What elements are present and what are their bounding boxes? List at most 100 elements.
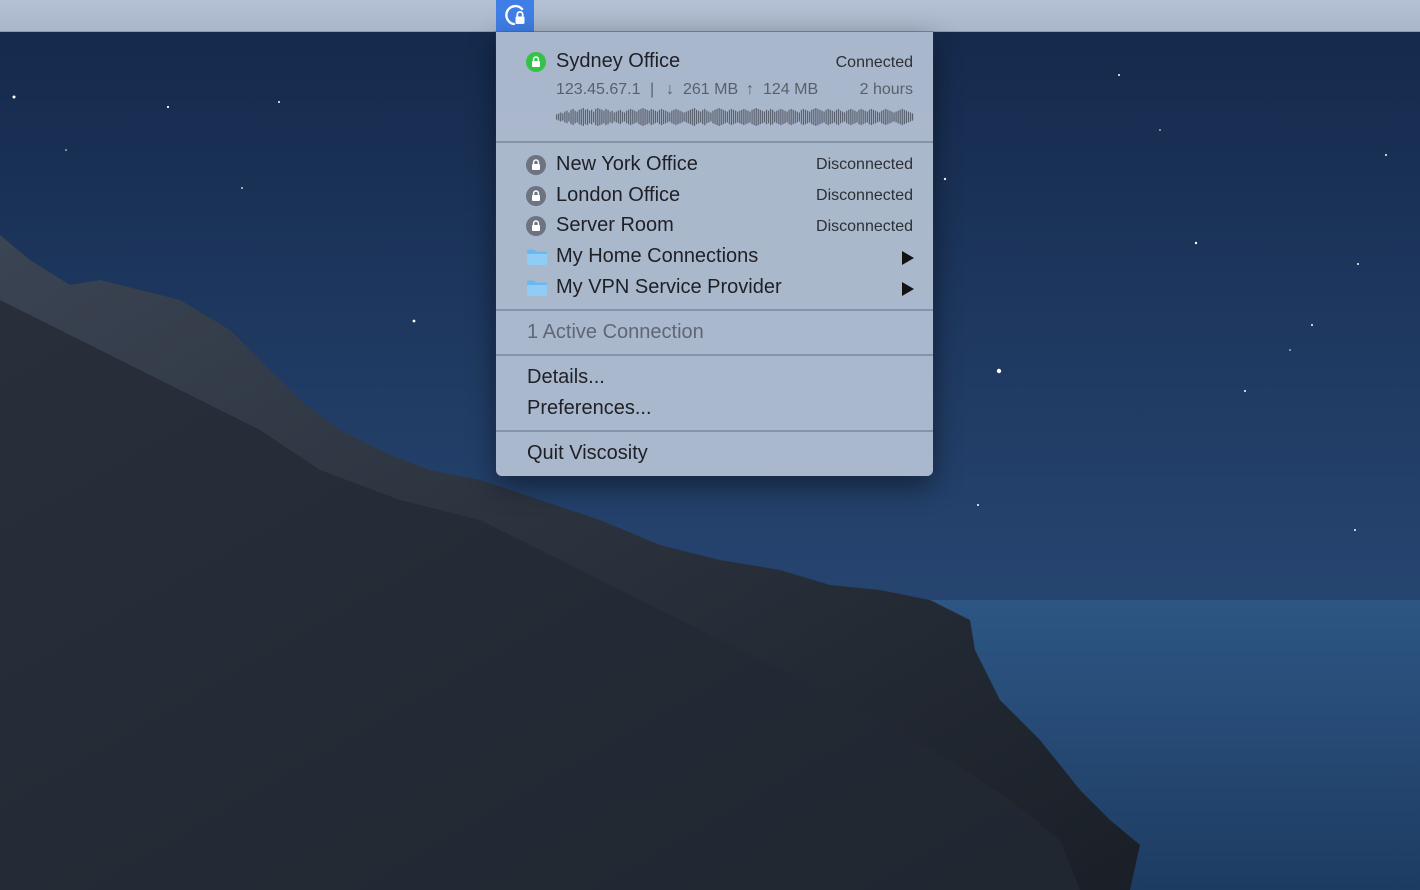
traffic-bar bbox=[570, 109, 572, 125]
lock-green-icon bbox=[526, 52, 546, 72]
traffic-bar bbox=[716, 108, 718, 126]
traffic-bar bbox=[831, 110, 833, 124]
traffic-bar bbox=[586, 108, 589, 126]
traffic-bar bbox=[615, 111, 617, 123]
traffic-bar bbox=[802, 108, 805, 126]
traffic-bar bbox=[700, 111, 702, 123]
viscosity-menubar-button[interactable] bbox=[496, 0, 534, 32]
traffic-bar bbox=[628, 109, 630, 125]
traffic-bar bbox=[662, 109, 665, 125]
traffic-bar bbox=[823, 111, 825, 123]
traffic-bar bbox=[611, 110, 613, 124]
traffic-bar bbox=[580, 108, 582, 126]
traffic-bar bbox=[829, 109, 831, 125]
traffic-bar bbox=[726, 111, 728, 123]
traffic-bar bbox=[597, 108, 599, 126]
traffic-bar bbox=[895, 111, 897, 123]
traffic-bar bbox=[706, 110, 708, 124]
details-label: Details... bbox=[527, 366, 605, 388]
traffic-bar bbox=[753, 108, 755, 126]
preferences-label: Preferences... bbox=[527, 397, 652, 419]
traffic-bar bbox=[782, 109, 784, 125]
traffic-bar bbox=[675, 108, 677, 126]
traffic-bar bbox=[850, 108, 852, 126]
traffic-bar bbox=[660, 108, 663, 126]
traffic-bar bbox=[856, 111, 858, 123]
traffic-bar bbox=[792, 109, 794, 125]
traffic-bar bbox=[613, 112, 615, 122]
traffic-bar bbox=[844, 112, 846, 122]
traffic-bar bbox=[874, 110, 877, 124]
submenu-arrow-icon bbox=[902, 282, 914, 296]
traffic-bar bbox=[749, 111, 751, 123]
download-arrow-icon: ↓ bbox=[666, 81, 674, 98]
traffic-bar bbox=[710, 112, 712, 122]
connection-status: Connected bbox=[835, 54, 913, 71]
traffic-bar bbox=[708, 111, 710, 123]
connection-status: Disconnected bbox=[816, 156, 913, 173]
traffic-bar bbox=[788, 109, 790, 125]
traffic-bar bbox=[623, 112, 626, 122]
connection-duration: 2 hours bbox=[859, 81, 913, 98]
traffic-bar bbox=[905, 110, 907, 124]
traffic-bar bbox=[732, 109, 735, 125]
traffic-bar bbox=[891, 111, 893, 123]
traffic-bar bbox=[630, 108, 632, 126]
traffic-bar bbox=[819, 109, 821, 125]
traffic-bar bbox=[677, 109, 679, 125]
traffic-bar bbox=[800, 109, 803, 125]
connection-status: Disconnected bbox=[816, 218, 913, 235]
folder-name: My VPN Service Provider bbox=[556, 276, 782, 298]
traffic-bar bbox=[813, 108, 815, 126]
connection-ip: 123.45.67.1 bbox=[556, 81, 641, 98]
traffic-bar bbox=[632, 109, 634, 125]
traffic-bar bbox=[759, 109, 761, 125]
traffic-bar bbox=[839, 110, 842, 124]
traffic-bar bbox=[702, 109, 704, 125]
traffic-bar bbox=[584, 109, 587, 125]
traffic-bar bbox=[691, 108, 694, 126]
traffic-bar bbox=[784, 110, 786, 124]
traffic-bar bbox=[769, 108, 772, 126]
traffic-bar bbox=[728, 109, 731, 125]
traffic-bar bbox=[693, 108, 696, 126]
connection-name: Sydney Office bbox=[556, 50, 681, 72]
traffic-bar bbox=[887, 109, 889, 125]
traffic-bar bbox=[817, 108, 819, 126]
traffic-bar bbox=[911, 113, 914, 121]
traffic-bar bbox=[841, 111, 844, 123]
traffic-bar bbox=[685, 111, 687, 123]
traffic-bar bbox=[566, 110, 568, 124]
traffic-bar bbox=[881, 110, 883, 124]
traffic-bar bbox=[860, 108, 862, 126]
traffic-bar bbox=[572, 108, 574, 126]
traffic-bar bbox=[648, 110, 650, 124]
traffic-bar bbox=[745, 109, 747, 125]
traffic-bar bbox=[767, 110, 770, 124]
traffic-bar bbox=[743, 108, 745, 126]
traffic-bar bbox=[739, 110, 741, 124]
traffic-bar bbox=[737, 111, 739, 123]
traffic-bar bbox=[646, 109, 648, 125]
traffic-bar bbox=[722, 109, 724, 125]
traffic-bar bbox=[889, 110, 891, 124]
traffic-bar bbox=[617, 110, 619, 124]
traffic-bar bbox=[642, 108, 644, 126]
traffic-bar bbox=[827, 108, 829, 126]
traffic-bar bbox=[665, 110, 667, 124]
connection-name: New York Office bbox=[556, 153, 698, 175]
traffic-bar bbox=[846, 110, 848, 124]
traffic-bar bbox=[837, 108, 840, 126]
traffic-bar bbox=[755, 108, 757, 126]
traffic-bar bbox=[798, 112, 801, 122]
traffic-bar bbox=[695, 109, 698, 125]
traffic-bar bbox=[601, 109, 603, 125]
connection-status: Disconnected bbox=[816, 187, 913, 204]
traffic-bar bbox=[625, 110, 628, 124]
traffic-bar bbox=[644, 108, 646, 126]
traffic-bar bbox=[730, 108, 733, 126]
folder-name: My Home Connections bbox=[556, 245, 759, 267]
traffic-bar bbox=[669, 112, 671, 122]
traffic-bar bbox=[576, 111, 578, 123]
traffic-bar bbox=[735, 110, 737, 124]
